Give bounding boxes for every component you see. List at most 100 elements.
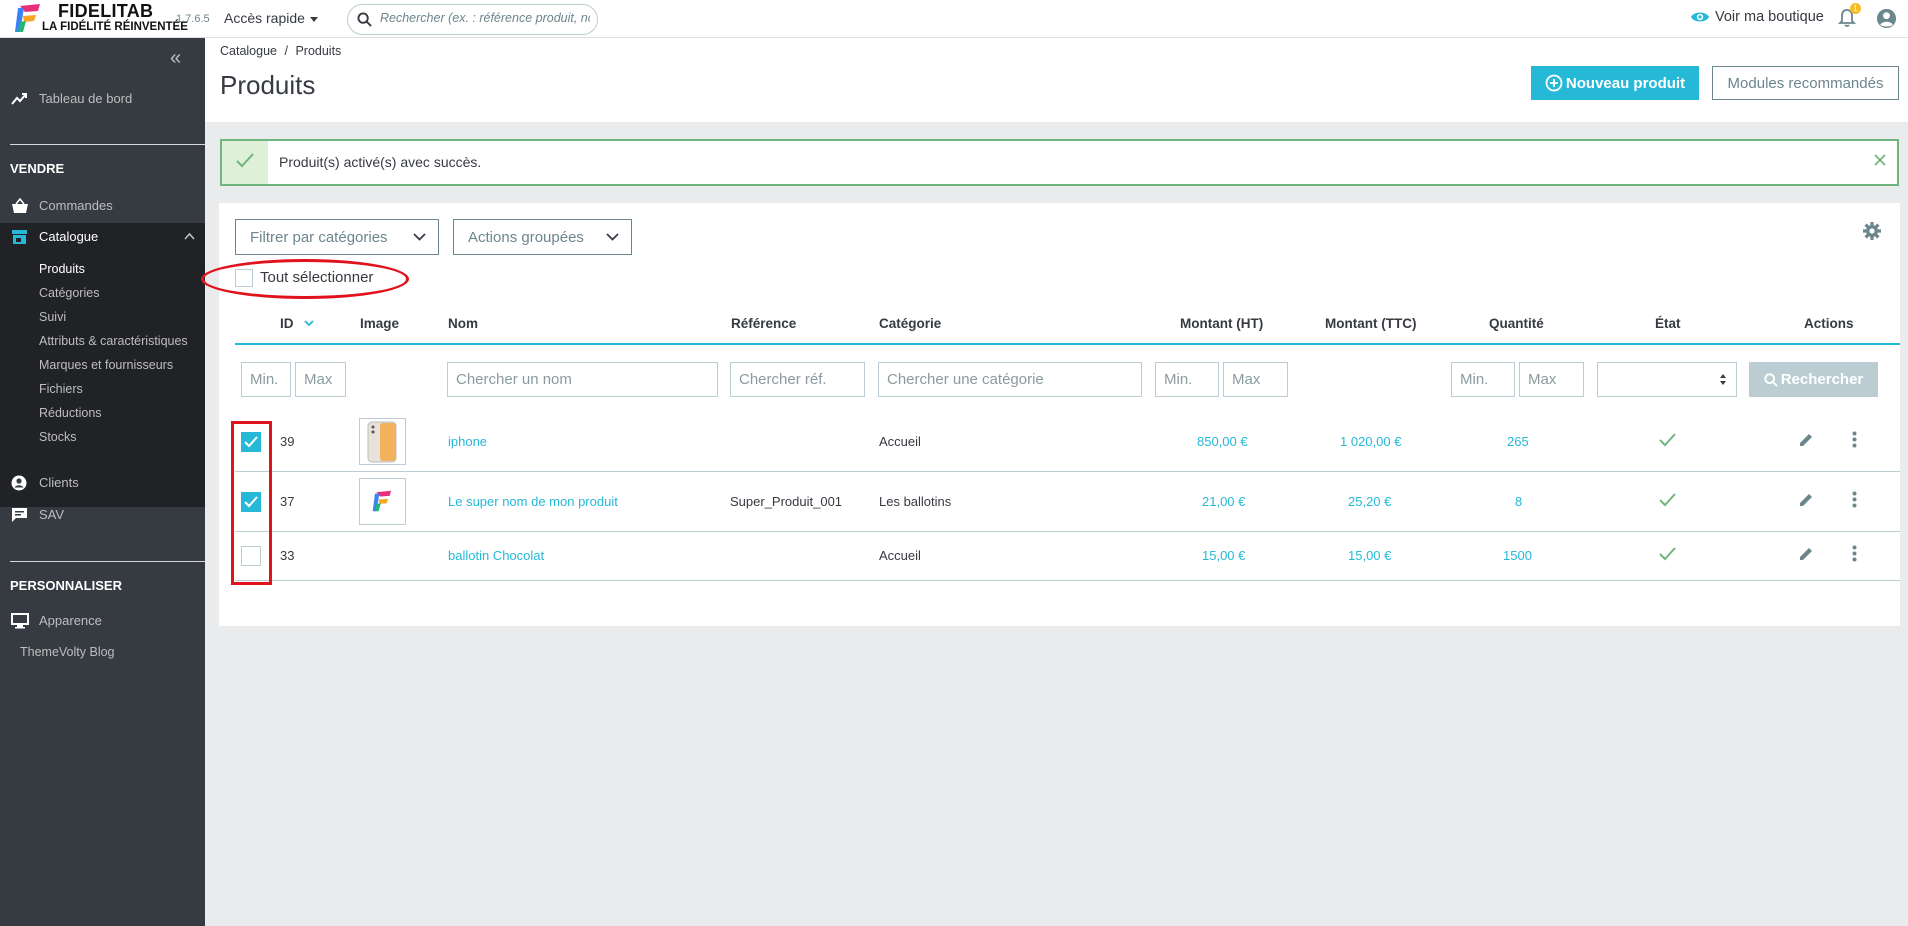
user-account-icon[interactable] bbox=[1876, 8, 1897, 29]
submenu-item-products[interactable]: Produits bbox=[39, 262, 85, 276]
logo-mark-icon bbox=[15, 4, 40, 32]
more-options-icon[interactable] bbox=[1852, 545, 1857, 562]
id-min-input[interactable] bbox=[241, 362, 291, 397]
edit-pencil-icon[interactable] bbox=[1798, 432, 1814, 448]
cell-price-ttc[interactable]: 1 020,00 € bbox=[1340, 434, 1401, 449]
product-name-link[interactable]: ballotin Chocolat bbox=[448, 548, 544, 563]
header-id[interactable]: ID bbox=[280, 316, 294, 331]
header-category[interactable]: Catégorie bbox=[879, 316, 941, 331]
brand-tagline: LA FIDÉLITÉ RÉINVENTÉE bbox=[42, 21, 188, 33]
header-actions: Actions bbox=[1804, 316, 1854, 331]
product-thumbnail[interactable] bbox=[359, 478, 406, 525]
phone-image-icon bbox=[367, 421, 397, 463]
cell-price-ht[interactable]: 850,00 € bbox=[1197, 434, 1248, 449]
breadcrumb-catalog[interactable]: Catalogue bbox=[220, 44, 277, 58]
search-input[interactable] bbox=[380, 11, 590, 25]
status-active-check-icon[interactable] bbox=[1659, 493, 1676, 507]
header-underline bbox=[235, 343, 1900, 345]
product-thumbnail[interactable] bbox=[359, 418, 406, 465]
status-filter-select[interactable] bbox=[1597, 362, 1737, 397]
annotation-ellipse bbox=[201, 259, 409, 299]
search-icon bbox=[1764, 373, 1778, 387]
submenu-item-attributes[interactable]: Attributs & caractéristiques bbox=[39, 334, 188, 348]
sidebar-item-blog[interactable]: ThemeVolty Blog bbox=[20, 645, 115, 659]
status-active-check-icon[interactable] bbox=[1659, 433, 1676, 447]
cell-price-ttc[interactable]: 25,20 € bbox=[1348, 494, 1391, 509]
header-image: Image bbox=[360, 316, 400, 331]
edit-pencil-icon[interactable] bbox=[1798, 492, 1814, 508]
submenu-item-brands[interactable]: Marques et fournisseurs bbox=[39, 358, 173, 372]
account-circle-icon bbox=[11, 475, 27, 491]
submenu-item-discounts[interactable]: Réductions bbox=[39, 406, 102, 420]
sidebar-item-support[interactable]: SAV bbox=[0, 507, 205, 527]
submenu-item-monitoring[interactable]: Suivi bbox=[39, 310, 66, 324]
more-options-icon[interactable] bbox=[1852, 431, 1857, 448]
cell-price-ttc[interactable]: 15,00 € bbox=[1348, 548, 1391, 563]
collapse-sidebar-icon[interactable]: « bbox=[170, 47, 181, 70]
header-reference[interactable]: Référence bbox=[731, 316, 796, 331]
quantity-min-input[interactable] bbox=[1451, 362, 1515, 397]
add-circle-icon bbox=[1545, 74, 1563, 92]
page-title: Produits bbox=[220, 70, 316, 100]
settings-gear-icon[interactable] bbox=[1862, 221, 1882, 241]
products-panel: Filtrer par catégories Actions groupées … bbox=[201, 203, 1900, 626]
brand-logo[interactable]: FIDELITAB LA FIDÉLITÉ RÉINVENTÉE bbox=[14, 0, 188, 38]
header-name[interactable]: Nom bbox=[448, 316, 478, 331]
submenu-item-stocks[interactable]: Stocks bbox=[39, 430, 77, 444]
close-icon[interactable] bbox=[1873, 153, 1887, 167]
header-search[interactable] bbox=[347, 4, 598, 35]
product-name-link[interactable]: iphone bbox=[448, 434, 487, 449]
chevron-down-icon bbox=[413, 233, 426, 241]
cell-quantity[interactable]: 8 bbox=[1515, 494, 1522, 509]
sidebar-item-orders[interactable]: Commandes bbox=[0, 198, 205, 218]
reference-search-input[interactable] bbox=[730, 362, 865, 397]
header-price-ht[interactable]: Montant (HT) bbox=[1180, 316, 1263, 331]
filter-categories-dropdown[interactable]: Filtrer par catégories bbox=[235, 219, 439, 255]
catalog-submenu: Produits Catégories Suivi Attributs & ca… bbox=[0, 255, 205, 507]
cell-quantity[interactable]: 1500 bbox=[1503, 548, 1532, 563]
quantity-max-input[interactable] bbox=[1519, 362, 1584, 397]
cell-category: Les ballotins bbox=[879, 494, 952, 509]
new-product-button[interactable]: Nouveau produit bbox=[1531, 66, 1699, 100]
price-max-input[interactable] bbox=[1223, 362, 1288, 397]
sort-desc-icon[interactable] bbox=[304, 320, 314, 327]
sidebar-label: Commandes bbox=[39, 198, 113, 213]
sidebar-item-customers[interactable]: Clients bbox=[0, 475, 205, 495]
name-search-input[interactable] bbox=[447, 362, 718, 397]
header-status[interactable]: État bbox=[1655, 316, 1681, 331]
search-button-label: Rechercher bbox=[1780, 371, 1864, 388]
sidebar-label: Catalogue bbox=[39, 229, 99, 244]
category-search-input[interactable] bbox=[878, 362, 1142, 397]
submenu-item-files[interactable]: Fichiers bbox=[39, 382, 83, 396]
cell-category: Accueil bbox=[879, 548, 921, 563]
header-price-ttc[interactable]: Montant (TTC) bbox=[1325, 316, 1416, 331]
row-divider bbox=[235, 531, 1900, 532]
recommended-modules-button[interactable]: Modules recommandés bbox=[1712, 66, 1899, 100]
cell-price-ht[interactable]: 15,00 € bbox=[1202, 548, 1245, 563]
chat-icon bbox=[12, 508, 27, 522]
view-shop-link[interactable]: Voir ma boutique bbox=[1690, 9, 1824, 25]
sidebar: « Tableau de bord VENDRE Commandes Catal… bbox=[0, 38, 205, 926]
sidebar-label: Tableau de bord bbox=[39, 91, 133, 106]
id-max-input[interactable] bbox=[295, 362, 346, 397]
product-name-link[interactable]: Le super nom de mon produit bbox=[448, 494, 618, 509]
sidebar-item-catalog[interactable]: Catalogue bbox=[0, 229, 205, 249]
chevron-down-icon bbox=[606, 233, 619, 241]
more-options-icon[interactable] bbox=[1852, 491, 1857, 508]
quick-access-dropdown[interactable]: Accès rapide bbox=[224, 10, 318, 26]
cell-price-ht[interactable]: 21,00 € bbox=[1202, 494, 1245, 509]
cell-quantity[interactable]: 265 bbox=[1507, 434, 1529, 449]
price-min-input[interactable] bbox=[1155, 362, 1219, 397]
sidebar-item-dashboard[interactable]: Tableau de bord bbox=[0, 91, 205, 111]
edit-pencil-icon[interactable] bbox=[1798, 546, 1814, 562]
status-active-check-icon[interactable] bbox=[1659, 547, 1676, 561]
submenu-item-categories[interactable]: Catégories bbox=[39, 286, 99, 300]
page-header: Catalogue / Produits Produits Nouveau pr… bbox=[205, 38, 1908, 122]
bulk-actions-dropdown[interactable]: Actions groupées bbox=[453, 219, 632, 255]
cell-id: 39 bbox=[280, 434, 295, 449]
sidebar-item-appearance[interactable]: Apparence bbox=[0, 613, 205, 633]
header-quantity[interactable]: Quantité bbox=[1489, 316, 1544, 331]
breadcrumb-products: Produits bbox=[295, 44, 342, 58]
eye-icon bbox=[1691, 12, 1709, 22]
search-button[interactable]: Rechercher bbox=[1749, 362, 1878, 397]
